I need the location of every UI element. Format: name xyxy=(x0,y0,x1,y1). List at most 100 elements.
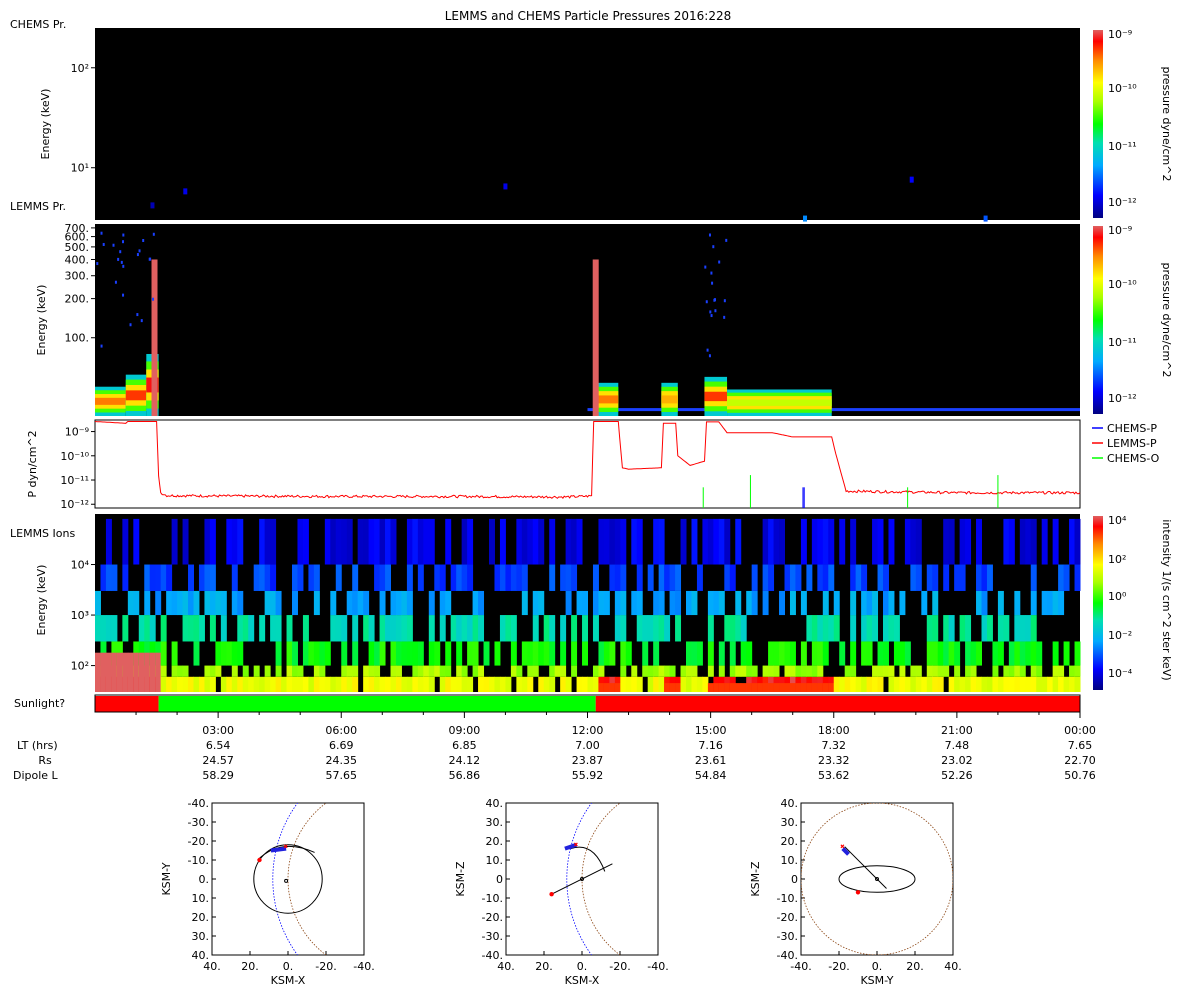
ephem-value: 7.65 xyxy=(1068,739,1093,752)
ions-cell xyxy=(341,641,348,666)
ions-cell xyxy=(866,641,873,666)
orbit-ylabel: KSM-Z xyxy=(749,861,762,897)
lemms-cbar-tick-4: 10⁻¹² xyxy=(1108,392,1137,405)
lemms-scatter-dot xyxy=(710,314,713,318)
ions-cell xyxy=(883,615,889,642)
ions-cell xyxy=(494,641,501,666)
ions-cell xyxy=(636,564,643,591)
ions-cell xyxy=(390,518,397,565)
ions-cell xyxy=(253,676,260,692)
ions-cell xyxy=(986,676,993,692)
ions-cell xyxy=(614,615,621,642)
ions-cell xyxy=(242,665,249,677)
sunlight-segment xyxy=(158,696,596,712)
ephem-value: 54.84 xyxy=(695,769,727,782)
ions-cell xyxy=(1014,641,1021,666)
ions-cell xyxy=(571,615,578,642)
ions-cell xyxy=(872,676,879,692)
ions-cell xyxy=(784,665,791,677)
ions-cell xyxy=(237,615,244,642)
ions-cell xyxy=(658,676,665,692)
time-tick-label: 21:00 xyxy=(941,724,973,737)
ions-cell xyxy=(800,665,807,677)
ions-cell xyxy=(647,615,654,642)
ions-cell xyxy=(105,564,112,591)
lemms-scatter-dot xyxy=(714,309,717,313)
lemms-scatter-dot xyxy=(142,238,145,242)
ions-cell xyxy=(395,615,402,642)
ions-cell xyxy=(521,676,528,692)
ions-cell xyxy=(948,676,955,692)
ions-cell xyxy=(855,676,862,692)
ions-cell xyxy=(171,665,178,677)
ions-cell xyxy=(904,676,911,692)
ions-cell xyxy=(368,665,375,677)
ions-cell xyxy=(713,518,720,565)
ions-high-cell xyxy=(669,683,676,692)
ions-cell xyxy=(850,564,857,591)
ions-cell xyxy=(286,665,293,677)
ions-cell xyxy=(658,615,665,642)
ions-cell xyxy=(822,615,829,642)
ions-cell xyxy=(702,676,709,692)
ions-cell xyxy=(620,564,627,591)
ions-cell xyxy=(850,676,857,692)
ions-cell xyxy=(680,518,687,565)
ions-high-cell xyxy=(740,683,747,692)
ions-cell xyxy=(527,676,534,692)
ions-cell xyxy=(582,590,588,616)
ephem-value: 6.85 xyxy=(452,739,477,752)
ions-cell xyxy=(406,641,413,666)
orbit-ytick-label: -40. xyxy=(188,797,209,810)
ions-cell xyxy=(417,641,424,666)
ions-cell xyxy=(696,676,703,692)
ions-cell xyxy=(445,665,452,677)
ions-cell xyxy=(696,564,703,591)
ions-cell xyxy=(105,615,112,642)
orbit-xtick-label: -40. xyxy=(353,960,374,973)
pressure-tick-label: 10⁻¹¹ xyxy=(60,474,89,487)
panel-label-lemms-ions: LEMMS Ions xyxy=(10,527,75,540)
ions-cell xyxy=(560,564,567,591)
ions-cell xyxy=(976,590,982,616)
ions-cell xyxy=(95,615,101,642)
ephem-label-dipole: Dipole L xyxy=(13,769,59,782)
ions-cell xyxy=(915,665,922,677)
ions-cell xyxy=(735,590,742,616)
ions-cell xyxy=(855,564,862,591)
ions-cell xyxy=(171,641,178,666)
ions-cell xyxy=(521,564,528,591)
ions-cell xyxy=(811,518,818,565)
ions-cell xyxy=(658,590,665,616)
ions-cell xyxy=(308,564,315,591)
ions-cell xyxy=(204,564,211,591)
ions-cell xyxy=(1008,676,1015,692)
ions-cell xyxy=(330,590,337,616)
ions-cell xyxy=(620,676,627,692)
ephem-value: 7.32 xyxy=(822,739,847,752)
ions-cell xyxy=(746,590,753,616)
ions-cell xyxy=(177,590,184,616)
ions-cell xyxy=(166,590,173,616)
ions-cell xyxy=(193,676,200,692)
ions-cell xyxy=(363,665,370,677)
ions-cell xyxy=(248,676,255,692)
ions-cell xyxy=(231,564,238,591)
orbit-plot-1: 40. 20. 0. -20. -40. -40. -30. -20. -10. 0. 10. 20.… xyxy=(160,797,375,987)
ions-cell xyxy=(379,590,386,616)
lemms-scatter-dot xyxy=(112,243,115,247)
ions-cell xyxy=(899,665,906,677)
ions-cell xyxy=(275,676,282,692)
ions-cell xyxy=(686,665,692,677)
ions-cell xyxy=(784,564,791,591)
ions-cell xyxy=(549,665,556,677)
ions-cell xyxy=(1030,590,1037,616)
time-tick-label: 03:00 xyxy=(202,724,234,737)
ions-cell xyxy=(653,518,660,565)
ions-cell xyxy=(478,590,485,616)
ions-high-cell xyxy=(735,683,742,692)
ions-cell xyxy=(395,676,402,692)
ions-cell xyxy=(434,564,441,591)
ions-cell xyxy=(789,665,796,677)
ions-cell xyxy=(439,564,446,591)
